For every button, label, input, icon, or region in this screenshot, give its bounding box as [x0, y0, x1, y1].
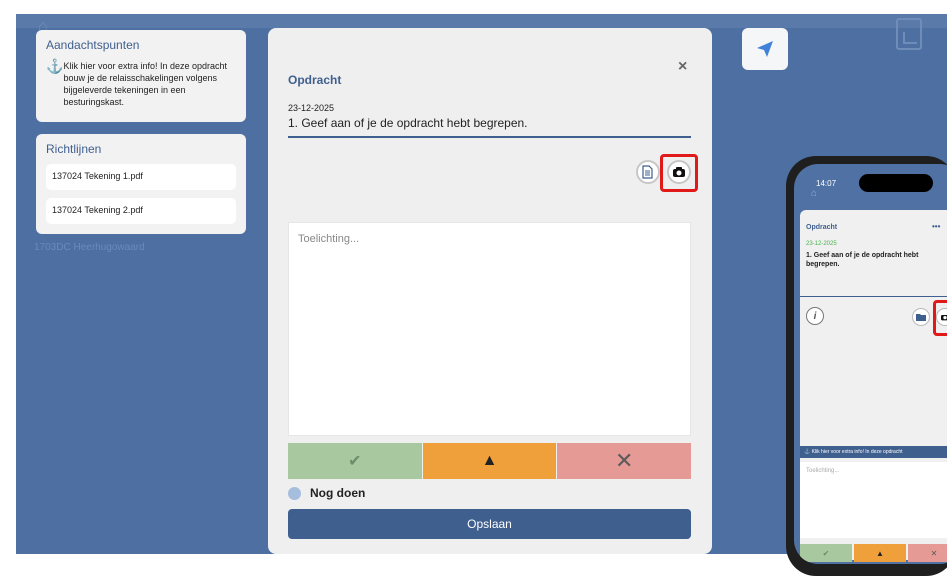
camera-highlight — [660, 154, 698, 192]
attention-card[interactable]: Aandachtspunten ⚓ Klik hier voor extra i… — [36, 30, 246, 122]
pdf-item-2[interactable]: 137024 Tekening 2.pdf — [46, 198, 236, 224]
phone-dynamic-island — [859, 174, 933, 192]
phone-divider — [800, 296, 947, 297]
warning-icon: ▲ — [481, 452, 498, 469]
phone-time: 14:07 — [816, 179, 837, 188]
phone-title: Opdracht — [806, 224, 838, 231]
phone-task-card: Opdracht ••• 23-12-2025 1. Geef aan of j… — [800, 210, 947, 562]
phone-info-banner[interactable]: ⚓ Klik hier voor extra info! In deze opd… — [800, 446, 947, 458]
phone-folder-button[interactable] — [912, 308, 930, 326]
phone-explanation-textarea[interactable]: Toelichting... — [800, 462, 947, 538]
phone-screen: 14:07 ⌂ Opdracht ••• 23-12-2025 1. Geef … — [794, 164, 947, 564]
modal-divider — [288, 136, 691, 138]
phone-check-button[interactable]: ✔ — [800, 544, 852, 562]
phone-home-icon: ⌂ — [811, 188, 818, 199]
phone-warning-button[interactable]: ▲ — [854, 544, 906, 562]
app-top-bar — [16, 14, 947, 28]
phone-status-row: ✔ ▲ ✕ — [800, 544, 947, 562]
file-upload-button[interactable] — [636, 160, 660, 184]
phone-date: 23-12-2025 — [806, 241, 837, 247]
task-modal: × Opdracht 23-12-2025 1. Geef aan of je … — [268, 28, 712, 554]
anchor-icon: ⚓ — [46, 58, 64, 74]
phone-banner-text: Klik hier voor extra info! In deze opdra… — [811, 449, 903, 455]
attention-text: Klik hier voor extra info! In deze opdra… — [63, 61, 228, 107]
status-indicator: Nog doen — [288, 486, 365, 500]
x-icon: ✕ — [614, 448, 634, 473]
status-dot — [288, 486, 301, 500]
folder-icon — [916, 314, 926, 321]
guidelines-card: Richtlijnen 137024 Tekening 1.pdf 137024… — [36, 134, 246, 234]
modal-title: Opdracht — [288, 73, 342, 87]
phone-question: 1. Geef aan of je de opdracht hebt begre… — [806, 252, 919, 268]
send-icon — [757, 41, 773, 57]
phone-reject-button[interactable]: ✕ — [908, 544, 947, 562]
background-address: 1703DC Heerhugowaard — [34, 242, 145, 253]
reject-button[interactable]: ✕ — [557, 443, 692, 479]
status-label: Nog doen — [310, 486, 366, 500]
warning-button[interactable]: ▲ — [422, 443, 557, 479]
check-button[interactable]: ✔ — [288, 443, 422, 479]
phone-camera-highlight — [933, 300, 947, 336]
save-button[interactable]: Opslaan — [288, 509, 691, 539]
more-icon[interactable]: ••• — [932, 222, 940, 231]
modal-question: 1. Geef aan of je de opdracht hebt begre… — [288, 116, 528, 130]
report-icon[interactable] — [896, 18, 922, 50]
file-icon — [642, 165, 653, 179]
modal-date: 23-12-2025 — [288, 103, 335, 113]
phone-mockup: 14:07 ⌂ Opdracht ••• 23-12-2025 1. Geef … — [786, 156, 947, 576]
check-icon: ✔ — [348, 453, 362, 470]
close-icon[interactable]: × — [678, 58, 687, 76]
send-button[interactable] — [742, 28, 788, 70]
guidelines-title: Richtlijnen — [46, 142, 102, 156]
attention-title: Aandachtspunten — [46, 38, 140, 52]
info-icon[interactable]: i — [806, 307, 824, 325]
status-button-row: ✔ ▲ ✕ — [288, 443, 692, 479]
pdf-item-1[interactable]: 137024 Tekening 1.pdf — [46, 164, 236, 190]
explanation-textarea[interactable]: Toelichting... — [288, 222, 691, 436]
